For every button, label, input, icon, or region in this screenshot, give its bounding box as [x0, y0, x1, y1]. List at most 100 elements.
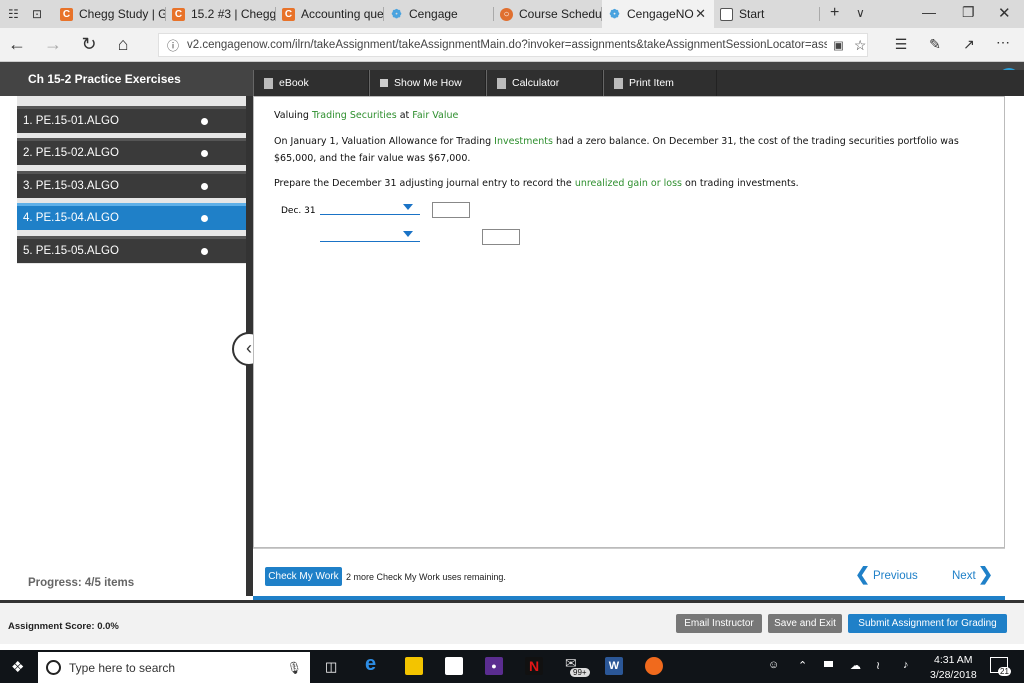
favorites-hub-icon[interactable]: ☰ [890, 36, 912, 53]
reading-view-icon[interactable]: ▣ [833, 38, 844, 52]
people-icon[interactable]: ☺ [768, 659, 779, 671]
glossary-link[interactable]: Trading Securities [312, 110, 397, 121]
list-item[interactable]: 3. PE.15-03.ALGO [17, 171, 246, 198]
close-tab-icon[interactable]: ✕ [695, 6, 706, 22]
info-icon: ⓘ [167, 38, 180, 53]
more-icon[interactable]: ⋯ [992, 34, 1014, 51]
store-icon[interactable] [445, 657, 463, 675]
calculator-button[interactable]: Calculator [486, 70, 603, 96]
refresh-icon[interactable]: ↻ [78, 34, 100, 55]
print-item-button[interactable]: Print Item [603, 70, 717, 96]
previous-chevron-icon[interactable]: ❮ [855, 564, 870, 585]
dropdown-caret-icon [403, 204, 413, 210]
favorite-star-icon[interactable]: ☆ [854, 37, 867, 54]
back-icon[interactable]: ← [6, 34, 28, 55]
question-paragraph-line2: $65,000, and the fair value was $67,000. [274, 153, 471, 164]
status-dot [201, 118, 208, 125]
tab-chegg-15-2[interactable]: C 15.2 #3 | Chegg.c [166, 0, 276, 28]
tab-label: Course Schedule [519, 7, 602, 21]
show-me-how-button[interactable]: Show Me How [369, 70, 486, 96]
tab-cengagenow[interactable]: ❁ CengageNO ✕ [602, 0, 714, 28]
glossary-link[interactable]: Investments [494, 136, 553, 147]
origin-icon[interactable] [645, 657, 663, 675]
status-dot [201, 248, 208, 255]
tab-actions-icon[interactable]: ☷ [8, 7, 19, 21]
netflix-icon[interactable]: N [525, 657, 543, 675]
question-title: Valuing Trading Securities at Fair Value [274, 110, 459, 121]
tab-course-schedule[interactable]: ○ Course Schedule [494, 0, 602, 28]
glossary-link[interactable]: Fair Value [412, 110, 458, 121]
list-item[interactable]: 1. PE.15-01.ALGO [17, 106, 246, 133]
home-icon[interactable]: ⌂ [112, 34, 134, 55]
share-icon[interactable]: ↗ [958, 36, 980, 53]
tab-aside-icon[interactable]: ⊡ [32, 7, 42, 21]
word-icon[interactable]: W [605, 657, 623, 675]
url-field[interactable]: ⓘ v2.cengagenow.com/ilrn/takeAssignment/… [158, 33, 868, 57]
tool-label: Calculator [512, 77, 560, 89]
toolbar-filler [717, 70, 1024, 96]
tab-chegg-study[interactable]: C Chegg Study | Gu [54, 0, 166, 28]
cortana-icon [46, 660, 61, 675]
microphone-icon[interactable]: 🎙 [287, 661, 302, 675]
submit-assignment-button[interactable]: Submit Assignment for Grading [848, 614, 1007, 633]
debit-amount-input[interactable] [432, 202, 470, 218]
file-explorer-icon[interactable] [405, 657, 423, 675]
status-dot [201, 150, 208, 157]
clock-date[interactable]: 3/28/2018 [930, 669, 977, 681]
tab-label: Accounting ques [301, 7, 384, 21]
tab-cengage[interactable]: ❁ Cengage [384, 0, 494, 28]
chevron-up-icon[interactable]: ⌃ [798, 659, 807, 672]
address-bar: ← → ↻ ⌂ ⓘ v2.cengagenow.com/ilrn/takeAss… [0, 28, 1024, 62]
clock-time[interactable]: 4:31 AM [934, 654, 973, 666]
dropdown-underline [320, 241, 420, 242]
task-view-icon[interactable]: ◫ [325, 659, 337, 675]
pen-icon[interactable]: ✎ [924, 36, 946, 53]
minimize-icon[interactable]: — [922, 4, 936, 20]
wifi-icon[interactable]: ≀ [876, 659, 880, 672]
edge-icon[interactable]: e [365, 653, 383, 675]
notification-count: 21 [998, 667, 1011, 676]
item-label: 3. PE.15-03.ALGO [23, 180, 119, 192]
restore-icon[interactable]: ❐ [962, 4, 975, 21]
list-item[interactable]: 2. PE.15-02.ALGO [17, 138, 246, 165]
status-dot [201, 215, 208, 222]
previous-link[interactable]: Previous [873, 570, 918, 582]
tab-accounting[interactable]: C Accounting ques [276, 0, 384, 28]
list-item[interactable]: 4. PE.15-04.ALGO [17, 203, 246, 230]
volume-icon[interactable]: ♪ [903, 659, 909, 671]
check-my-work-button[interactable]: Check My Work [265, 567, 342, 586]
save-and-exit-button[interactable]: Save and Exit [768, 614, 842, 633]
next-chevron-icon[interactable]: ❯ [978, 564, 993, 585]
media-app-icon[interactable]: ● [485, 657, 503, 675]
list-item[interactable]: 5. PE.15-05.ALGO [17, 236, 246, 263]
onedrive-icon[interactable]: ☁ [850, 659, 861, 672]
search-placeholder: Type here to search [69, 660, 176, 675]
tab-label: CengageNO [627, 7, 694, 21]
taskbar-search-box[interactable]: Type here to search 🎙 [38, 652, 310, 683]
dropdown-caret-icon [403, 231, 413, 237]
forward-icon[interactable]: → [42, 34, 64, 55]
windows-start-icon[interactable]: ❖ [11, 658, 24, 676]
cengage-icon: ❁ [609, 6, 620, 21]
item-label: 4. PE.15-04.ALGO [23, 212, 119, 224]
check-work-note: 2 more Check My Work uses remaining. [346, 572, 506, 582]
email-instructor-button[interactable]: Email Instructor [676, 614, 762, 633]
tab-start[interactable]: Start [714, 0, 820, 28]
glossary-link[interactable]: unrealized gain or loss [575, 178, 682, 189]
chegg-icon: C [60, 7, 73, 21]
ebook-button[interactable]: eBook [253, 70, 369, 96]
entry-date: Dec. 31 [281, 206, 316, 216]
progress-text: Progress: 4/5 items [28, 577, 135, 589]
battery-icon[interactable] [824, 661, 833, 667]
status-dot [201, 183, 208, 190]
credit-amount-input[interactable] [482, 229, 520, 245]
next-link[interactable]: Next [952, 570, 976, 582]
new-tab-icon[interactable]: + [830, 4, 839, 22]
tool-label: Print Item [629, 77, 674, 89]
item-label: 1. PE.15-01.ALGO [23, 115, 119, 127]
browser-tab-bar: ☷ ⊡ C Chegg Study | Gu C 15.2 #3 | Chegg… [0, 0, 1024, 28]
chevron-down-icon[interactable]: ∨ [856, 6, 865, 20]
print-icon [614, 77, 623, 89]
mail-badge: 99+ [570, 668, 590, 677]
close-window-icon[interactable]: ✕ [998, 4, 1011, 22]
